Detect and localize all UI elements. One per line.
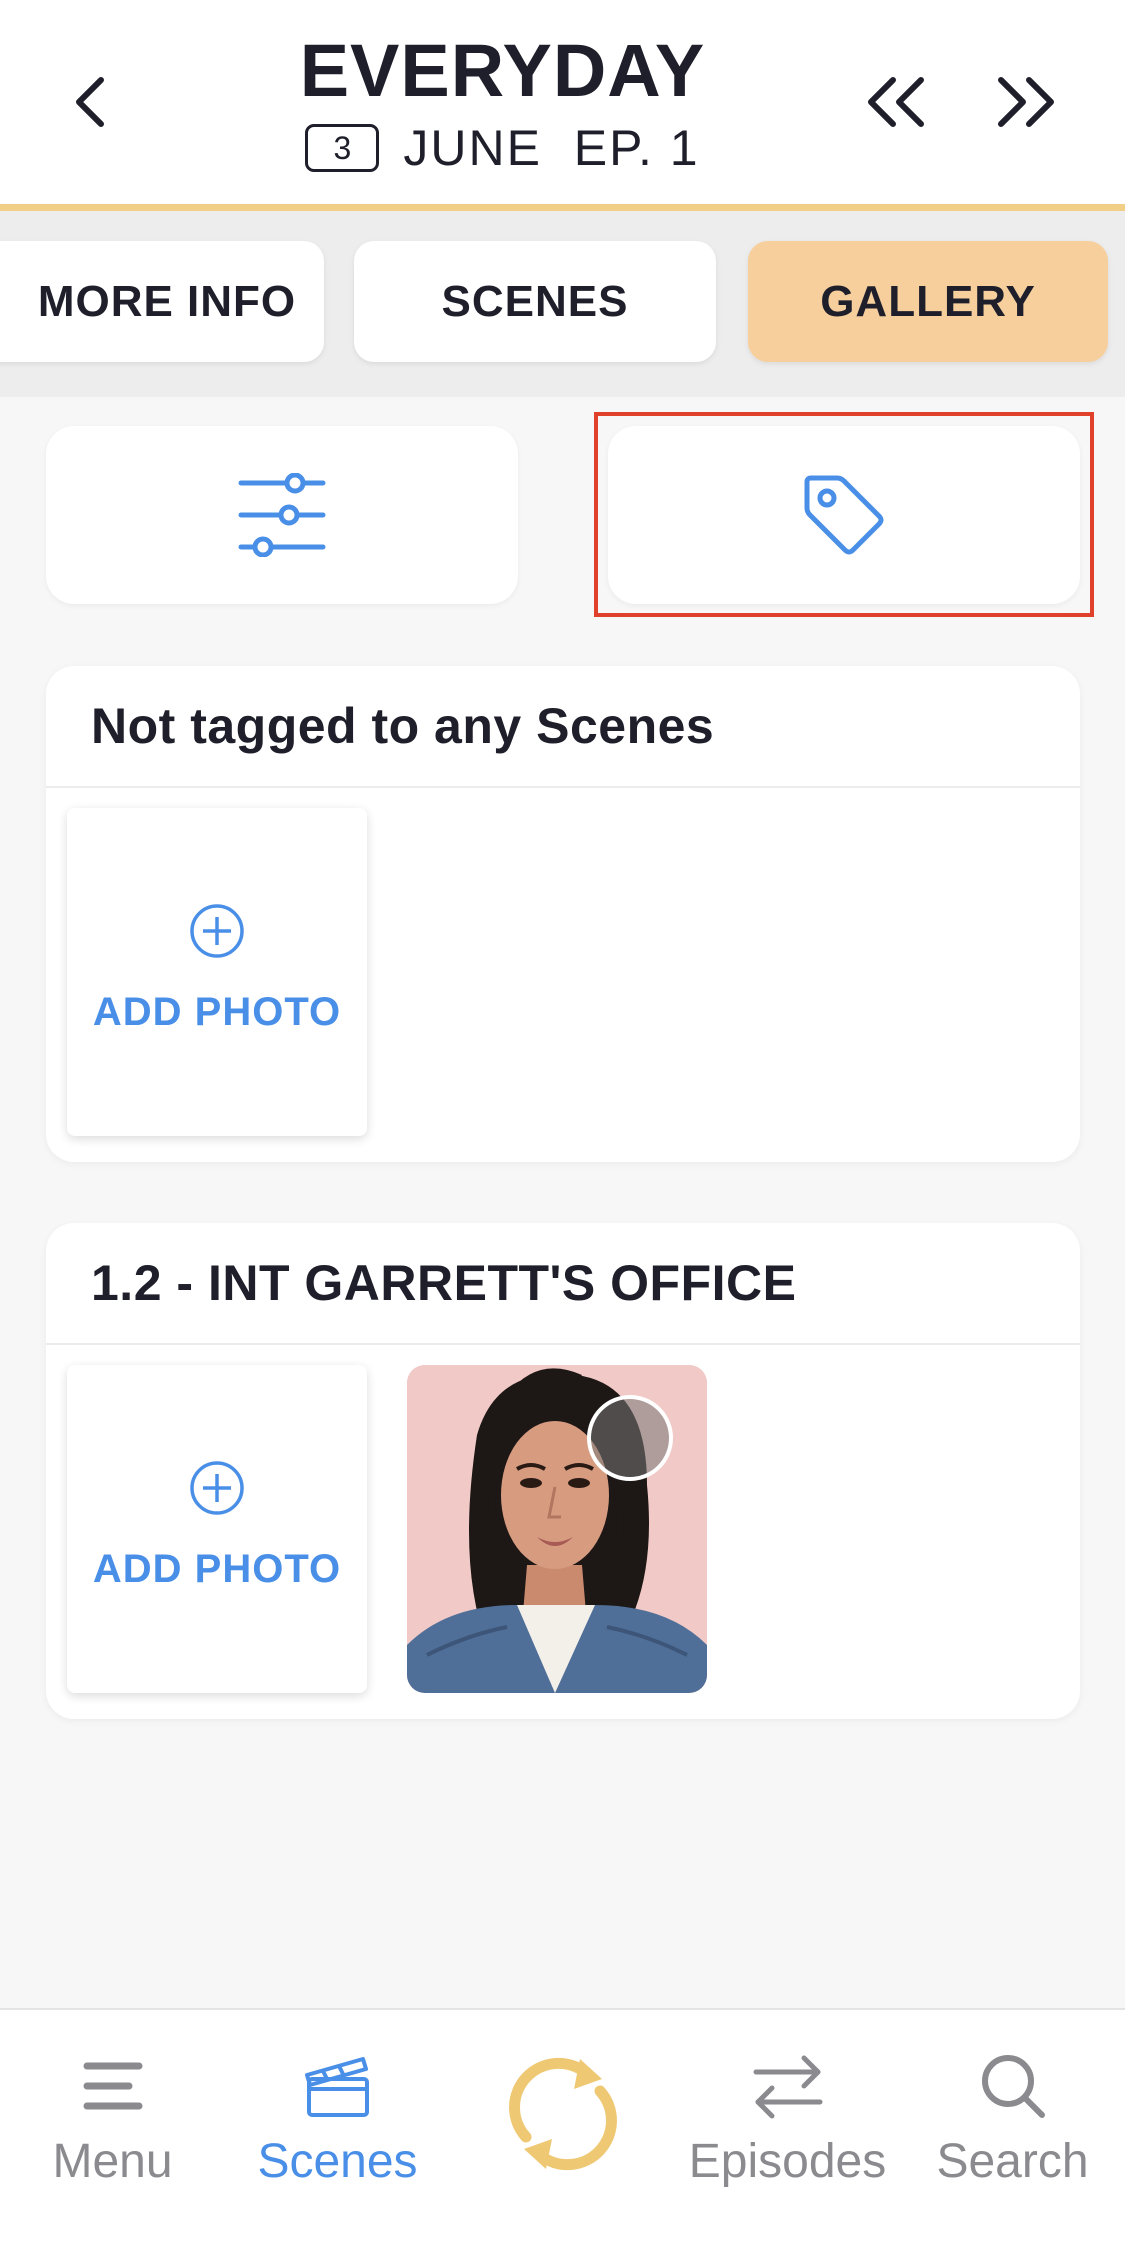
section-body: ADD PHOTO	[46, 1345, 1080, 1719]
section-title: Not tagged to any Scenes	[46, 666, 1080, 788]
episode-label: JUNE EP. 1	[403, 120, 700, 176]
nav-menu[interactable]: Menu	[0, 2010, 225, 2210]
double-chevron-left-icon	[868, 77, 924, 127]
plus-circle-icon	[190, 904, 244, 958]
photo-thumbnail[interactable]	[407, 1365, 707, 1693]
section-body: ADD PHOTO	[46, 788, 1080, 1162]
filter-button[interactable]	[46, 426, 518, 604]
section-untagged: Not tagged to any Scenes ADD PHOTO	[46, 666, 1080, 1162]
add-photo-label: ADD PHOTO	[92, 1547, 342, 1591]
top-header: EVERYDAY 3 JUNE EP. 1	[0, 0, 1125, 206]
nav-scenes[interactable]: Scenes	[225, 2010, 450, 2210]
nav-label: Menu	[52, 2135, 173, 2188]
nav-search[interactable]: Search	[900, 2010, 1125, 2210]
section-title: 1.2 - INT GARRETT'S OFFICE	[46, 1223, 1080, 1345]
section-scene-1-2: 1.2 - INT GARRETT'S OFFICE ADD PHOTO	[46, 1223, 1080, 1719]
add-photo-button[interactable]: ADD PHOTO	[67, 1365, 367, 1693]
nav-episodes[interactable]: Episodes	[675, 2010, 900, 2210]
swap-arrows-icon	[753, 2055, 822, 2119]
sync-icon	[508, 2057, 617, 2171]
next-day-button[interactable]	[982, 56, 1074, 148]
nav-label: Episodes	[688, 2135, 887, 2188]
episode-subtitle: 3 JUNE EP. 1	[225, 116, 780, 180]
nav-label: Search	[936, 2135, 1089, 2188]
header-divider	[0, 204, 1125, 211]
chevron-left-icon	[76, 77, 104, 127]
nav-sync[interactable]	[450, 2010, 675, 2210]
menu-icon	[83, 2062, 142, 2110]
double-chevron-right-icon	[998, 77, 1054, 127]
day-badge: 3	[305, 124, 380, 172]
sliders-icon	[238, 473, 326, 557]
add-photo-label: ADD PHOTO	[92, 990, 342, 1034]
nav-label: Scenes	[257, 2135, 418, 2188]
tag-icon	[804, 475, 884, 555]
bottom-nav: Menu Scenes Episodes Search	[0, 2008, 1125, 2245]
tag-button[interactable]	[608, 426, 1080, 604]
search-icon	[981, 2055, 1045, 2118]
page-title: EVERYDAY	[299, 29, 706, 112]
add-photo-button[interactable]: ADD PHOTO	[67, 808, 367, 1136]
tab-more-info[interactable]: MORE INFO	[0, 241, 324, 362]
previous-day-button[interactable]	[848, 56, 940, 148]
tab-scenes[interactable]: SCENES	[354, 241, 716, 362]
back-button[interactable]	[43, 56, 135, 148]
clapperboard-icon	[304, 2057, 369, 2117]
select-photo-toggle[interactable]	[587, 1395, 673, 1481]
tab-gallery[interactable]: GALLERY	[748, 241, 1108, 362]
plus-circle-icon	[190, 1461, 244, 1515]
